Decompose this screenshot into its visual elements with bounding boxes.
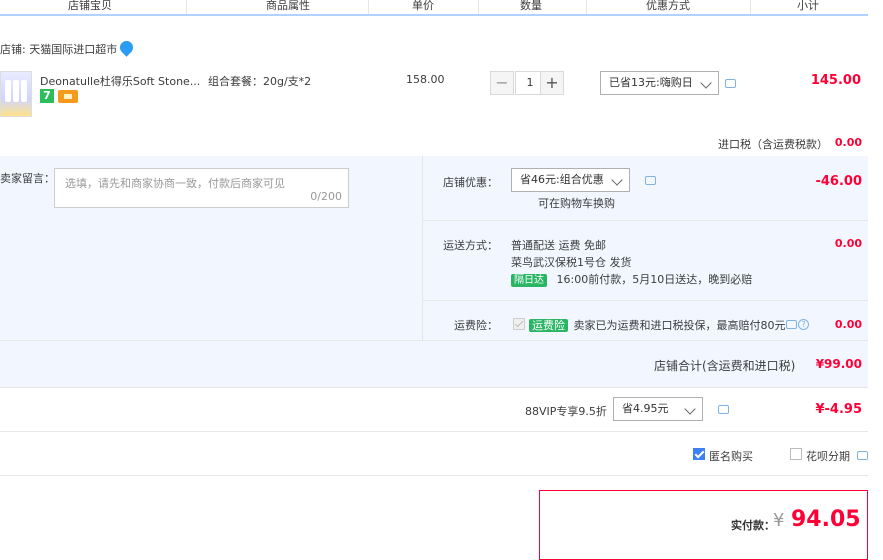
- tmall-drop-icon: [117, 38, 136, 57]
- col-discount: 优惠方式: [646, 0, 690, 12]
- product-title[interactable]: Deonatulle杜得乐Soft Stone...: [40, 73, 200, 89]
- char-counter: 0/200: [310, 190, 342, 203]
- shop-discount-value: 省46元:组合优惠: [520, 173, 604, 186]
- payment-currency: ¥: [773, 510, 785, 531]
- buyer-message-placeholder: 选填，请先和商家协商一致，付款后商家可见: [65, 177, 285, 190]
- anonymous-label[interactable]: 匿名购买: [709, 448, 753, 464]
- divider: [0, 431, 868, 432]
- chevron-down-icon: [700, 77, 712, 89]
- shop-discount-amount: -46.00: [815, 174, 862, 189]
- col-subtotal: 小计: [797, 0, 819, 12]
- shipping-warehouse: 菜鸟武汉保税1号仓 发货: [511, 256, 632, 269]
- vip-discount-select[interactable]: 省4.95元: [613, 397, 703, 421]
- col-qty: 数量: [520, 0, 542, 12]
- shop-total-value: ¥99.00: [815, 357, 862, 371]
- divider: [422, 300, 868, 301]
- col-attrs: 商品属性: [266, 0, 310, 12]
- divider: [0, 340, 868, 341]
- message-icon[interactable]: [786, 320, 797, 329]
- seven-day-return-badge: 7: [40, 89, 54, 103]
- insurance-row: 运费险 卖家已为运费和进口税投保，最高赔付80元: [529, 317, 786, 333]
- import-tax-value: 0.00: [834, 136, 862, 149]
- next-day-delivery: 隔日达 16:00前付款，5月10日送达，晚到必赔: [511, 271, 752, 287]
- help-icon[interactable]: ?: [798, 319, 809, 330]
- shop-discount-select[interactable]: 省46元:组合优惠: [511, 168, 630, 192]
- divider: [422, 220, 868, 221]
- item-discount-select[interactable]: 已省13元:嗨购日: [600, 71, 719, 95]
- col-price: 单价: [412, 0, 434, 12]
- payment-label: 实付款：: [731, 519, 775, 532]
- anonymous-checkbox[interactable]: [693, 448, 705, 460]
- minus-button[interactable]: −: [490, 71, 514, 95]
- message-icon[interactable]: [725, 79, 736, 88]
- message-icon[interactable]: [645, 176, 656, 185]
- card-payment-icon: [58, 90, 78, 103]
- insurance-tag: 运费险: [529, 319, 568, 332]
- chevron-down-icon: [684, 403, 696, 415]
- insurance-checkbox[interactable]: [513, 318, 525, 330]
- divider: [0, 475, 868, 476]
- buyer-message-input[interactable]: 选填，请先和商家协商一致，付款后商家可见 0/200: [54, 168, 349, 208]
- insurance-desc: 卖家已为运费和进口税投保，最高赔付80元: [573, 319, 786, 332]
- shop-discount-note[interactable]: 可在购物车换购: [538, 195, 615, 211]
- vip-label: 88VIP专享9.5折: [525, 405, 607, 418]
- message-icon[interactable]: [857, 451, 868, 460]
- shop-discount-label: 店铺优惠：: [443, 176, 498, 189]
- installment-checkbox[interactable]: [790, 448, 802, 460]
- payment-amount: 94.05: [791, 507, 861, 532]
- unit-price: 158.00: [406, 73, 445, 86]
- insurance-value: 0.00: [834, 318, 862, 331]
- divider: [422, 156, 423, 341]
- message-icon[interactable]: [718, 405, 729, 414]
- shop-name[interactable]: 店铺: 天猫国际进口超市: [0, 41, 117, 57]
- product-thumbnail[interactable]: [0, 71, 32, 117]
- buyer-message-label: 卖家留言：: [0, 172, 55, 185]
- vip-discount-amount: ¥-4.95: [815, 402, 862, 417]
- shipping-method: 普通配送 运费 免邮: [511, 239, 606, 252]
- installment-label[interactable]: 花呗分期: [806, 448, 850, 464]
- shop-total-label: 店铺合计(含运费和进口税): [654, 359, 796, 373]
- shipping-fee: 0.00: [834, 237, 862, 250]
- table-header: 店铺宝贝 商品属性 单价 数量 优惠方式 小计: [0, 0, 868, 16]
- col-shop-item: 店铺宝贝: [68, 0, 112, 12]
- import-tax-label: 进口税（含运费税款）: [718, 138, 828, 151]
- vip-discount-value: 省4.95元: [622, 402, 669, 415]
- item-subtotal: 145.00: [810, 73, 861, 88]
- delivery-promise: 16:00前付款，5月10日送达，晚到必赔: [556, 273, 753, 286]
- item-discount-value: 已省13元:嗨购日: [609, 76, 693, 89]
- shipping-label: 运送方式：: [443, 239, 498, 252]
- insurance-label: 运费险：: [454, 319, 498, 332]
- chevron-down-icon: [611, 174, 623, 186]
- product-sku: 组合套餐：20g/支*2: [208, 75, 312, 88]
- next-day-tag: 隔日达: [511, 274, 547, 287]
- plus-button[interactable]: +: [540, 71, 564, 95]
